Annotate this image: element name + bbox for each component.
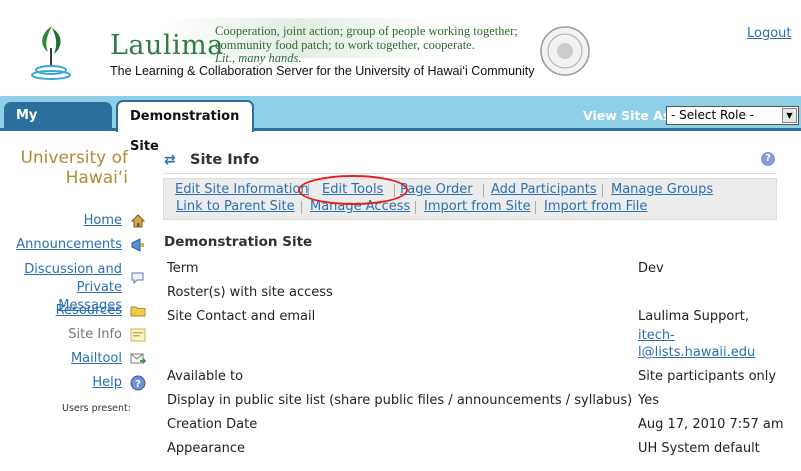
sidebar-item-resources[interactable]: Resources — [56, 303, 122, 318]
brand-subtitle: The Learning & Collaboration Server for … — [110, 64, 535, 78]
row-creation-date-label: Creation Date — [167, 417, 258, 432]
refresh-arrows-icon[interactable]: ⇄ — [164, 152, 180, 168]
tool-help-icon[interactable]: ? — [761, 152, 775, 166]
add-participants-link[interactable]: Add Participants — [491, 182, 597, 197]
chevron-down-icon[interactable]: ▼ — [782, 108, 797, 123]
brand-tagline: Cooperation, joint action; group of peop… — [215, 24, 518, 66]
title-divider — [163, 173, 777, 174]
toolbar-separator — [602, 184, 603, 197]
row-appearance-label: Appearance — [167, 441, 246, 456]
toolbar-separator — [301, 201, 302, 214]
header: Laulima Cooperation, joint action; group… — [0, 0, 801, 96]
edit-site-information-link[interactable]: Edit Site Information — [175, 182, 309, 197]
tool-title: Site Info — [190, 152, 260, 168]
svg-text:?: ? — [135, 379, 141, 390]
row-creation-date-value: Aug 17, 2010 7:57 am — [638, 417, 784, 432]
toolbar-separator — [415, 201, 416, 214]
tab-my-workspace[interactable]: My Workspace — [4, 102, 112, 151]
sidebar-item-home[interactable]: Home — [84, 213, 122, 228]
site-info-icon — [130, 327, 146, 343]
section-title: Demonstration Site — [164, 234, 313, 250]
tab-demonstration-site[interactable]: Demonstration Site — [116, 100, 254, 154]
help-icon: ? — [130, 375, 146, 391]
tagline-line-2: community food patch; to work together, … — [215, 37, 475, 52]
edit-tools-highlight-ring — [298, 175, 408, 205]
laulima-leaf-logo-icon — [31, 26, 71, 80]
users-present-label: Users present: — [62, 403, 131, 414]
row-appearance-value: UH System default — [638, 441, 760, 456]
university-seal-icon — [540, 26, 590, 76]
sidebar-item-mailtool[interactable]: Mailtool — [71, 351, 122, 366]
sidebar-item-announcements[interactable]: Announcements — [16, 237, 122, 252]
megaphone-icon — [130, 237, 146, 253]
site-title: University of Hawai‘i — [20, 148, 128, 188]
row-public-list-value: Yes — [638, 393, 659, 408]
role-select[interactable]: - Select Role - ▼ — [666, 106, 799, 125]
row-public-list-label: Display in public site list (share publi… — [167, 393, 633, 408]
role-select-value: - Select Role - — [671, 108, 754, 122]
link-to-parent-site-link[interactable]: Link to Parent Site — [176, 199, 295, 214]
row-roster-label: Roster(s) with site access — [167, 285, 333, 300]
contact-email-link-line-2[interactable]: l@lists.hawaii.edu — [638, 345, 755, 360]
contact-email-link-line-1[interactable]: itech- — [638, 328, 675, 343]
mail-icon — [130, 351, 147, 367]
brand-name: Laulima — [110, 30, 224, 61]
view-site-as-label: View Site As: — [583, 108, 676, 123]
manage-groups-link[interactable]: Manage Groups — [611, 182, 713, 197]
tagline-line-1: Cooperation, joint action; group of peop… — [215, 24, 518, 38]
folder-icon — [130, 303, 146, 319]
import-from-file-link[interactable]: Import from File — [544, 199, 647, 214]
row-available-value: Site participants only — [638, 369, 777, 384]
toolbar-separator — [483, 184, 484, 197]
row-available-label: Available to — [167, 369, 244, 384]
row-term-value: Dev — [638, 261, 664, 276]
speech-bubble-icon — [130, 270, 146, 286]
page-order-link[interactable]: Page Order — [400, 182, 473, 197]
toolbar-separator — [535, 201, 536, 214]
logout-link[interactable]: Logout — [747, 26, 792, 41]
sidebar-item-help[interactable]: Help — [92, 375, 122, 390]
house-icon — [130, 213, 146, 229]
row-term-label: Term — [167, 261, 199, 276]
row-contact-value: Laulima Support, — [638, 309, 749, 324]
row-contact-label: Site Contact and email — [167, 309, 316, 324]
sidebar-item-site-info[interactable]: Site Info — [68, 327, 122, 342]
import-from-site-link[interactable]: Import from Site — [424, 199, 531, 214]
